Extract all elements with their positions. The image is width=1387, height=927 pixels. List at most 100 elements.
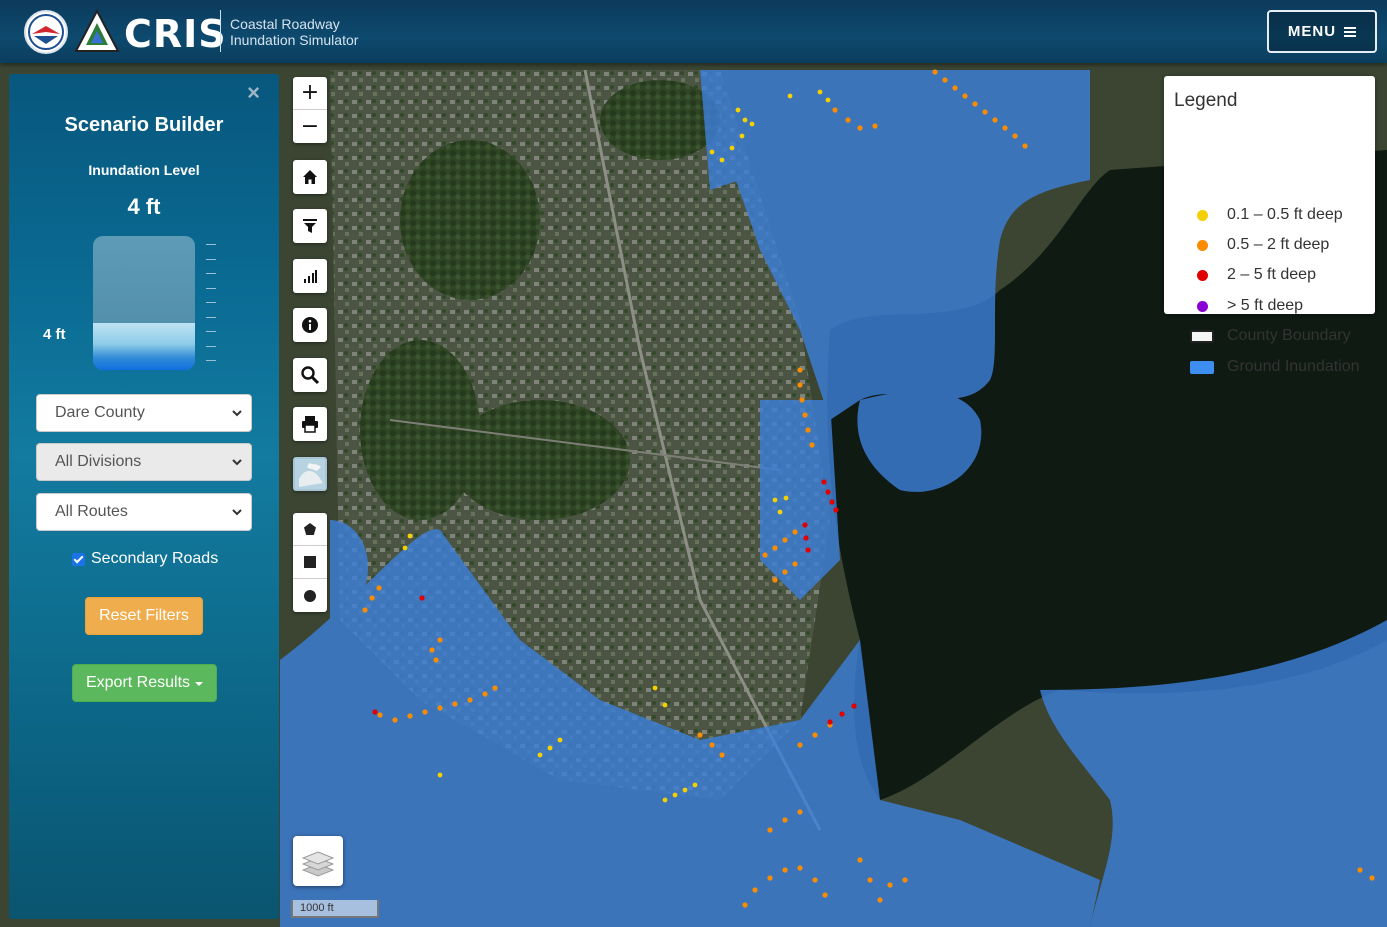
menu-label: MENU	[1287, 23, 1337, 40]
draw-rectangle-button[interactable]	[293, 546, 327, 579]
nc-emergency-logo	[74, 8, 120, 55]
subtitle-line-1: Coastal Roadway	[230, 16, 340, 32]
gauge-marker-label: 4 ft	[43, 326, 66, 343]
county-boundary-icon	[1190, 329, 1214, 343]
legend-label: County Boundary	[1227, 327, 1351, 344]
legend-symbol	[1188, 294, 1216, 318]
home-icon	[303, 170, 317, 184]
gauge-tick	[206, 331, 216, 332]
zoom-in-button[interactable]: +	[293, 77, 327, 110]
route-select-value: All Routes	[55, 503, 128, 520]
inundation-level-slider[interactable]	[93, 236, 195, 370]
gauge-tick	[206, 287, 216, 289]
menu-button[interactable]: MENU	[1267, 10, 1377, 53]
chart-button[interactable]	[293, 259, 327, 293]
subtitle-line-2: Inundation Simulator	[230, 32, 359, 48]
yellow-dot-icon	[1196, 209, 1208, 221]
search-icon	[301, 366, 320, 385]
route-select[interactable]: All Routes	[36, 493, 252, 531]
chevron-down-icon	[232, 509, 242, 516]
purple-dot-icon	[1196, 300, 1208, 312]
legend-label: 0.5 – 2 ft deep	[1227, 236, 1330, 253]
header-divider	[220, 10, 221, 52]
home-button[interactable]	[293, 160, 327, 194]
county-select[interactable]: Dare County	[36, 394, 252, 432]
layers-icon	[301, 851, 335, 877]
export-results-button[interactable]: Export Results	[72, 664, 217, 702]
gauge-tick	[206, 345, 216, 347]
secondary-roads-toggle[interactable]: Secondary Roads	[72, 550, 218, 568]
gauge-tick	[206, 258, 216, 260]
draw-tools	[293, 513, 327, 612]
legend-label: 2 – 5 ft deep	[1227, 266, 1316, 283]
close-panel-icon[interactable]: ×	[247, 80, 260, 106]
info-button[interactable]	[293, 308, 327, 342]
print-button[interactable]	[293, 407, 327, 441]
hamburger-icon	[1344, 26, 1357, 37]
orange-dot-icon	[1196, 239, 1208, 251]
app-subtitle: Coastal Roadway Inundation Simulator	[230, 16, 358, 48]
filter-button[interactable]	[293, 209, 327, 243]
app-brand: CRIS	[124, 12, 227, 56]
circle-icon	[304, 589, 316, 602]
ncdot-logo	[24, 10, 68, 54]
scale-bar: 1000 ft	[291, 900, 379, 918]
export-results-label: Export Results	[85, 674, 191, 691]
zoom-control: + −	[293, 77, 327, 143]
pentagon-icon	[304, 523, 316, 535]
chevron-down-icon	[232, 459, 242, 466]
legend-item: 2 – 5 ft deep	[1164, 263, 1375, 287]
bar-chart-icon	[304, 270, 317, 283]
zoom-out-button[interactable]: −	[293, 110, 327, 143]
scenario-builder-panel: × Scenario Builder Inundation Level 4 ft…	[9, 74, 279, 919]
gauge-ticks	[206, 244, 218, 368]
division-select-value: All Divisions	[55, 453, 142, 470]
legend-symbol	[1188, 233, 1216, 257]
secondary-roads-checkbox[interactable]	[72, 552, 85, 566]
info-icon	[302, 317, 318, 333]
inundation-level-value: 4 ft	[127, 194, 161, 219]
app-header: CRIS Coastal Roadway Inundation Simulato…	[0, 0, 1387, 63]
basemap-button[interactable]	[293, 457, 327, 491]
layers-button[interactable]	[293, 836, 343, 886]
basemap-thumbnail-icon	[295, 459, 325, 489]
legend-item: 0.1 – 0.5 ft deep	[1164, 203, 1375, 227]
reset-filters-button[interactable]: Reset Filters	[85, 597, 203, 635]
legend-item: Ground Inundation	[1164, 355, 1375, 379]
inundation-level-label: Inundation Level	[88, 162, 200, 178]
inundation-level-fill	[93, 323, 195, 370]
plus-icon: +	[300, 80, 320, 105]
caret-down-icon	[195, 682, 204, 686]
legend-title: Legend	[1174, 90, 1238, 111]
minus-icon: −	[300, 113, 320, 139]
search-button[interactable]	[293, 358, 327, 392]
legend-item: County Boundary	[1164, 324, 1375, 348]
reset-filters-label: Reset Filters	[99, 607, 189, 624]
gauge-tick	[206, 273, 216, 274]
square-icon	[304, 556, 316, 568]
gauge-tick	[206, 244, 216, 245]
secondary-roads-label: Secondary Roads	[91, 550, 219, 567]
ground-inundation-icon	[1190, 360, 1214, 374]
draw-circle-button[interactable]	[293, 579, 327, 612]
legend-item: > 5 ft deep	[1164, 294, 1375, 318]
legend-symbol	[1188, 263, 1216, 287]
legend-symbol	[1188, 355, 1216, 379]
gauge-tick	[206, 360, 216, 361]
legend-panel: Legend 0.1 – 0.5 ft deep 0.5 – 2 ft deep…	[1164, 76, 1375, 375]
panel-title: Scenario Builder	[64, 114, 224, 136]
print-icon	[302, 416, 318, 433]
gauge-tick	[206, 316, 216, 318]
county-select-value: Dare County	[55, 404, 145, 421]
legend-label: Ground Inundation	[1227, 358, 1360, 375]
legend-symbol	[1188, 203, 1216, 227]
filter-icon	[303, 219, 317, 233]
division-select[interactable]: All Divisions	[36, 443, 252, 481]
legend-item: 0.5 – 2 ft deep	[1164, 233, 1375, 257]
legend-symbol	[1188, 324, 1216, 348]
draw-polygon-button[interactable]	[293, 513, 327, 546]
gauge-tick	[206, 302, 216, 303]
red-dot-icon	[1196, 269, 1208, 281]
legend-label: > 5 ft deep	[1227, 297, 1304, 314]
legend-label: 0.1 – 0.5 ft deep	[1227, 206, 1343, 223]
